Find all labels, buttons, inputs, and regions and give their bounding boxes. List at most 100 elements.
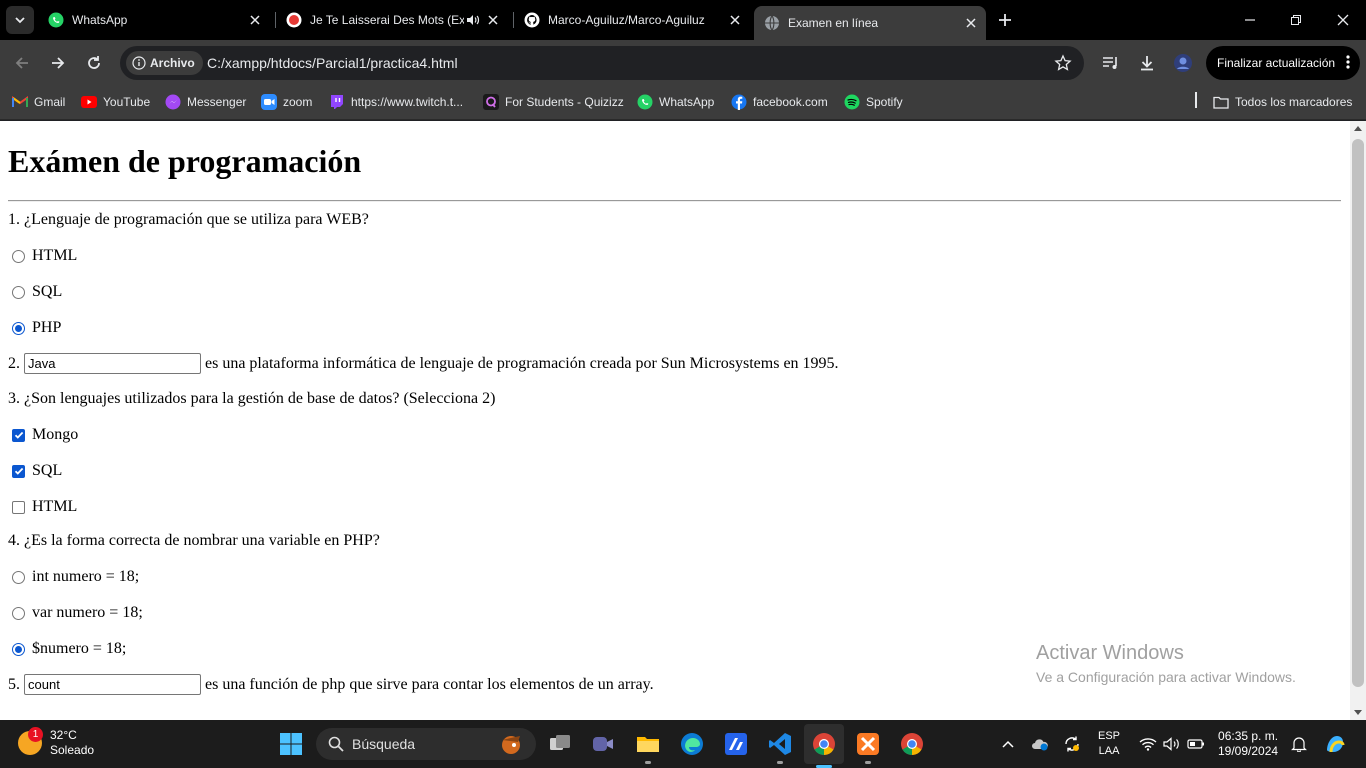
taskbar: 1 32°C Soleado Búsqueda ESP LAA 06:35 p.… — [0, 720, 1366, 768]
edge-button[interactable] — [676, 728, 708, 760]
xampp-button[interactable] — [852, 728, 884, 764]
copilot-button[interactable] — [1323, 732, 1347, 756]
new-tab-button[interactable] — [994, 9, 1016, 31]
clock-time: 06:35 p. m. — [1218, 729, 1279, 743]
bookmark-label: WhatsApp — [659, 95, 715, 109]
option-label: HTML — [32, 498, 78, 515]
restore-button[interactable] — [1284, 8, 1308, 32]
close-icon[interactable] — [962, 14, 980, 32]
close-icon[interactable] — [726, 11, 744, 29]
scroll-down-icon[interactable] — [1354, 710, 1362, 716]
task-view-button[interactable] — [544, 728, 576, 760]
q4-option-var[interactable]: var numero = 18; — [12, 604, 143, 622]
radio-button[interactable] — [12, 249, 25, 263]
chrome-button[interactable] — [804, 724, 844, 768]
teams-button[interactable] — [587, 728, 619, 760]
meet-icon — [593, 737, 613, 751]
forward-button[interactable] — [44, 49, 72, 77]
q3-option-html[interactable]: HTML — [12, 498, 77, 516]
running-indicator — [777, 761, 783, 764]
close-window-button[interactable] — [1331, 8, 1355, 32]
radio-button[interactable] — [12, 606, 25, 620]
scroll-up-icon[interactable] — [1354, 125, 1362, 131]
start-button[interactable] — [275, 728, 307, 760]
tab-examen[interactable]: Examen en línea — [754, 6, 986, 40]
radio-button-selected[interactable] — [12, 642, 25, 656]
chevron-up-icon — [1002, 740, 1014, 748]
profile-button[interactable] — [1171, 51, 1195, 75]
site-info-chip[interactable]: Archivo — [126, 51, 203, 75]
address-bar[interactable]: Archivo C:/xampp/htdocs/Parcial1/practic… — [120, 46, 1084, 80]
facebook-icon — [731, 94, 747, 110]
tab-search-button[interactable] — [6, 6, 34, 34]
bookmark-whatsapp[interactable]: WhatsApp — [637, 92, 714, 112]
downloads-button[interactable] — [1135, 51, 1159, 75]
vscode-icon — [769, 733, 791, 755]
show-hidden-icons[interactable] — [998, 734, 1018, 754]
volume-tray[interactable] — [1162, 734, 1182, 754]
tab-youtube-music[interactable]: Je Te Laisserai Des Mots (Ext — [276, 6, 508, 34]
reload-button[interactable] — [80, 49, 108, 77]
q1-option-php[interactable]: PHP — [12, 319, 61, 337]
taskbar-search[interactable]: Búsqueda — [316, 728, 536, 760]
vscode-button[interactable] — [764, 728, 796, 764]
bookmark-spotify[interactable]: Spotify — [844, 92, 903, 112]
bookmark-zoom[interactable]: zoom — [261, 92, 312, 112]
q4-option-int[interactable]: int numero = 18; — [12, 568, 139, 586]
q2-answer-input[interactable]: Java — [24, 353, 201, 374]
close-icon[interactable] — [246, 11, 264, 29]
radio-button[interactable] — [12, 285, 25, 299]
url-text[interactable]: C:/xampp/htdocs/Parcial1/practica4.html — [207, 55, 458, 71]
bookmark-youtube[interactable]: YouTube — [81, 92, 150, 112]
bookmark-facebook[interactable]: facebook.com — [731, 92, 828, 112]
minimize-button[interactable] — [1238, 8, 1262, 32]
q4-option-dollar[interactable]: $numero = 18; — [12, 640, 126, 658]
check-icon — [14, 467, 23, 475]
bookmark-messenger[interactable]: Messenger — [165, 92, 246, 112]
zoom-icon — [261, 94, 277, 110]
finish-update-button[interactable]: Finalizar actualización — [1206, 46, 1360, 80]
all-bookmarks-button[interactable]: Todos los marcadores — [1213, 92, 1352, 112]
language-indicator[interactable]: ESP LAA — [1098, 729, 1120, 759]
notifications-button[interactable] — [1289, 734, 1309, 754]
checkbox-checked[interactable] — [12, 428, 25, 442]
vertical-scrollbar[interactable] — [1350, 121, 1366, 720]
chrome-profile-button[interactable] — [896, 728, 928, 760]
radio-button[interactable] — [12, 570, 25, 584]
q1-option-sql[interactable]: SQL — [12, 283, 62, 301]
activate-windows-watermark: Activar Windows Ve a Configuración para … — [1036, 642, 1296, 685]
checkbox[interactable] — [12, 500, 25, 514]
app-button[interactable] — [720, 728, 752, 760]
q1-option-html[interactable]: HTML — [12, 247, 77, 265]
bookmark-quizizz[interactable]: For Students - Quizizz — [483, 92, 624, 112]
sync-tray[interactable] — [1062, 734, 1082, 754]
tab-github[interactable]: Marco-Aguiluz/Marco-Aguiluz — [514, 6, 750, 34]
media-controls-button[interactable] — [1099, 51, 1123, 75]
clock[interactable]: 06:35 p. m. 19/09/2024 — [1218, 729, 1278, 759]
weather-widget[interactable]: 1 32°C Soleado — [18, 727, 94, 758]
bookmark-star-button[interactable] — [1054, 54, 1072, 77]
battery-tray[interactable] — [1186, 734, 1206, 754]
arrow-left-icon — [15, 57, 28, 69]
app-icon — [725, 733, 747, 755]
q5-answer-input[interactable]: count — [24, 674, 201, 695]
checkbox-checked[interactable] — [12, 464, 25, 478]
whatsapp-icon — [637, 94, 653, 110]
q3-option-mongo[interactable]: Mongo — [12, 426, 78, 444]
q3-option-sql[interactable]: SQL — [12, 462, 62, 480]
scrollbar-thumb[interactable] — [1352, 139, 1364, 687]
bookmark-gmail[interactable]: Gmail — [12, 92, 65, 112]
tab-whatsapp[interactable]: WhatsApp — [38, 6, 270, 34]
speaker-icon[interactable] — [464, 11, 482, 29]
playlist-icon — [1103, 57, 1117, 69]
close-icon[interactable] — [484, 11, 502, 29]
bookmark-twitch[interactable]: https://www.twitch.t... — [329, 92, 463, 112]
back-button[interactable] — [8, 49, 36, 77]
wifi-tray[interactable] — [1138, 734, 1158, 754]
onedrive-tray[interactable] — [1030, 734, 1050, 754]
option-label: SQL — [32, 462, 63, 479]
file-explorer-button[interactable] — [632, 728, 664, 764]
github-icon — [524, 12, 540, 28]
radio-button-selected[interactable] — [12, 321, 25, 335]
windows-icon — [280, 733, 302, 755]
